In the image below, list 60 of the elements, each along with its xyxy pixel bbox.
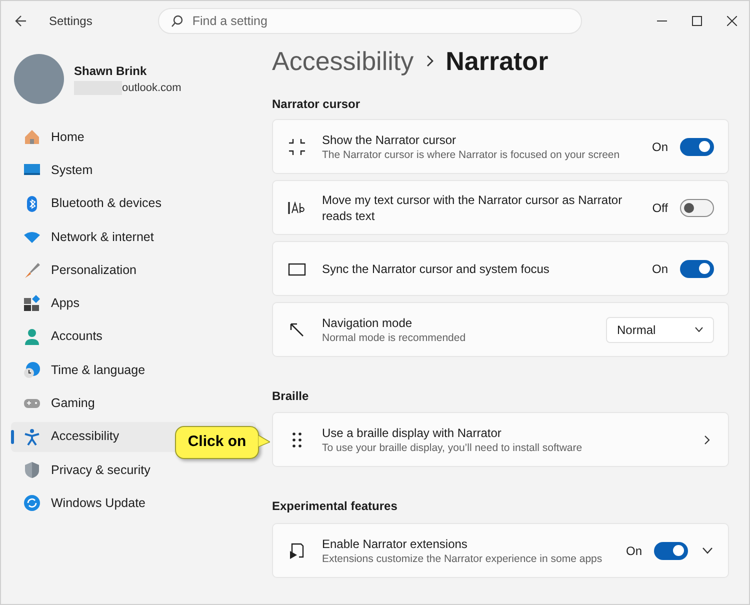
- globe-clock-icon: [23, 361, 41, 380]
- setting-title: Show the Narrator cursor: [322, 132, 458, 148]
- sync-icon: [23, 494, 41, 512]
- window-title: Settings: [49, 13, 92, 30]
- section-heading: Narrator cursor: [272, 96, 362, 113]
- shield-icon: [23, 460, 41, 479]
- sidebar-item[interactable]: Personalization: [11, 255, 256, 286]
- collapse-corners-icon: [287, 136, 307, 156]
- toggle-switch[interactable]: [654, 542, 688, 560]
- setting-title: Navigation mode: [322, 314, 414, 330]
- search-field[interactable]: Find a setting: [158, 8, 582, 34]
- chevron-right-icon: [704, 434, 710, 444]
- setting-card[interactable]: Use a braille display with Narrator To use your braille display, you’ll need to install software: [272, 412, 729, 467]
- setting-title: Sync the Narrator cursor and system focus: [322, 260, 550, 276]
- setting-title: Move my text cursor with the Narrator cursor as Narrator reads text: [322, 192, 624, 224]
- chevron-right-icon: [426, 55, 434, 67]
- maximize-icon: [692, 16, 702, 26]
- callout-tooltip: Click on: [175, 426, 259, 459]
- sidebar-item[interactable]: Home: [11, 122, 256, 152]
- setting-description: Extensions customize the Narrator experience in some apps: [322, 552, 604, 566]
- avatar: [14, 54, 64, 104]
- search-input: Find a setting: [192, 12, 572, 30]
- toggle-switch[interactable]: [680, 198, 714, 216]
- search-icon: [171, 15, 184, 27]
- toggle-state-label: On: [626, 542, 642, 560]
- sidebar-item[interactable]: Accounts: [11, 322, 256, 352]
- accessibility-icon: [23, 428, 41, 446]
- sidebar-item[interactable]: Gaming: [11, 388, 256, 418]
- page-title: Narrator: [446, 44, 548, 78]
- selection-indicator: [11, 430, 14, 444]
- sidebar-item[interactable]: Windows Update: [11, 488, 256, 518]
- sidebar-item[interactable]: Bluetooth & devices: [11, 188, 256, 219]
- toggle-switch[interactable]: [680, 138, 714, 156]
- user-name: Shawn Brink: [74, 62, 148, 80]
- toggle-state-label: On: [652, 260, 668, 278]
- sidebar-item[interactable]: System: [11, 155, 256, 186]
- person-icon: [23, 328, 41, 346]
- apps-icon: [23, 294, 41, 312]
- setting-title: Use a braille display with Narrator: [322, 424, 502, 440]
- setting-title: Enable Narrator extensions: [322, 536, 468, 552]
- callout-tooltip-pointer: [258, 434, 270, 448]
- user-email: outlook.com: [122, 80, 182, 96]
- back-arrow-icon[interactable]: [15, 15, 27, 27]
- section-heading: Experimental features: [272, 498, 398, 515]
- setting-description: Normal mode is recommended: [322, 330, 467, 344]
- setting-description: The Narrator cursor is where Narrator is focused on your screen: [322, 148, 621, 162]
- toggle-state-label: On: [652, 138, 668, 156]
- dropdown[interactable]: Normal: [606, 316, 714, 342]
- toggle-state-label: Off: [652, 200, 668, 216]
- sidebar-item[interactable]: Network & internet: [11, 222, 256, 252]
- section-heading: Braille: [272, 388, 310, 405]
- chevron-down-icon: [695, 327, 703, 332]
- brush-icon: [23, 261, 41, 280]
- close-icon: [726, 16, 736, 26]
- home-icon: [23, 128, 41, 146]
- sidebar-item[interactable]: Apps: [11, 288, 256, 318]
- toggle-switch[interactable]: [680, 260, 714, 278]
- sidebar-item[interactable]: Time & language: [11, 355, 256, 386]
- setting-description: To use your braille display, you’ll need to install software: [322, 440, 584, 454]
- breadcrumb-parent[interactable]: Accessibility: [272, 42, 414, 80]
